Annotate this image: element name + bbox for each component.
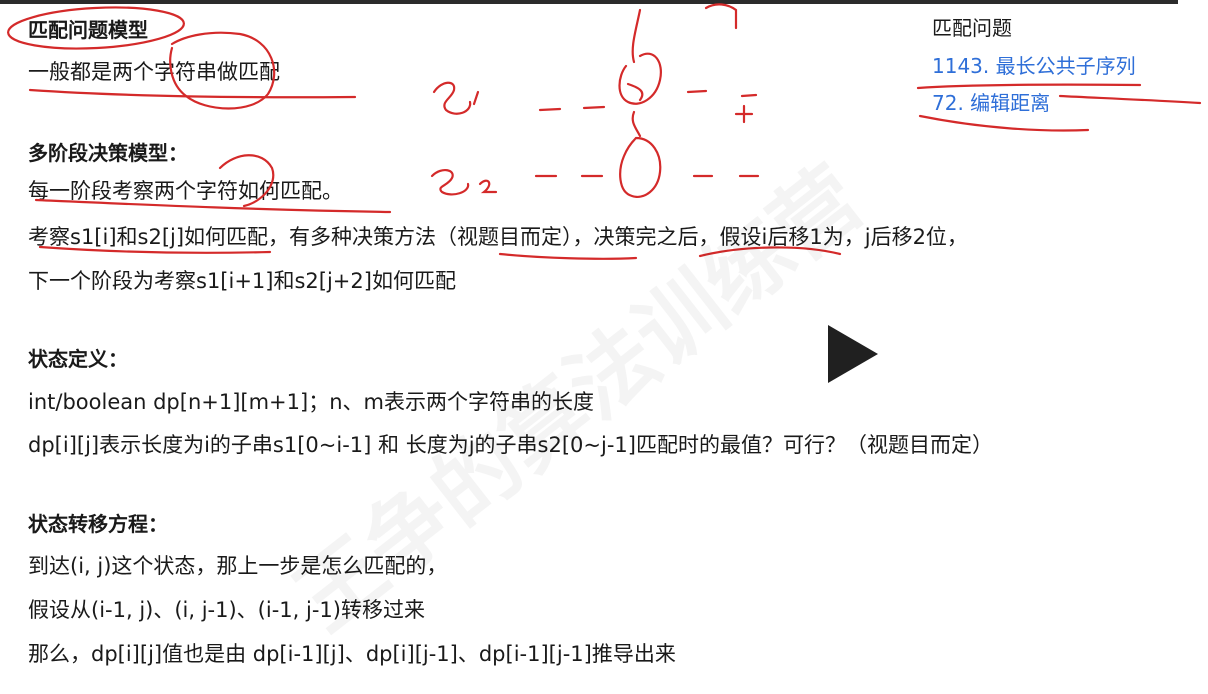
transition-line-3: 那么，dp[i][j]值也是由 dp[i-1][j]、dp[i][j-1]、dp… <box>28 642 676 666</box>
link-edit-distance[interactable]: 72. 编辑距离 <box>932 89 1050 117</box>
multi-stage-line-3: 下一个阶段为考察s1[i+1]和s2[j+2]如何匹配 <box>28 269 456 293</box>
multi-stage-line-1: 每一阶段考察两个字符如何匹配。 <box>28 179 343 203</box>
multi-stage-line-2: 考察s1[i]和s2[j]如何匹配，有多种决策方法（视题目而定），决策完之后，假… <box>28 225 968 249</box>
match-model-title: 匹配问题模型 <box>28 18 148 42</box>
play-icon[interactable] <box>828 325 878 383</box>
transition-line-2: 假设从(i-1, j)、(i, j-1)、(i-1, j-1)转移过来 <box>28 598 425 622</box>
link-lcs[interactable]: 1143. 最长公共子序列 <box>932 52 1136 80</box>
state-def-title: 状态定义： <box>28 347 128 371</box>
sidebar-title: 匹配问题 <box>932 16 1012 40</box>
multi-stage-title: 多阶段决策模型： <box>28 141 188 165</box>
transition-line-1: 到达(i, j)这个状态，那上一步是怎么匹配的， <box>28 554 448 578</box>
match-model-desc: 一般都是两个字符串做匹配 <box>28 60 280 84</box>
state-def-line-1: int/boolean dp[n+1][m+1]；n、m表示两个字符串的长度 <box>28 390 594 414</box>
top-border <box>0 0 1178 4</box>
state-def-line-2: dp[i][j]表示长度为i的子串s1[0~i-1] 和 长度为j的子串s2[0… <box>28 433 993 457</box>
transition-title: 状态转移方程： <box>28 512 168 536</box>
